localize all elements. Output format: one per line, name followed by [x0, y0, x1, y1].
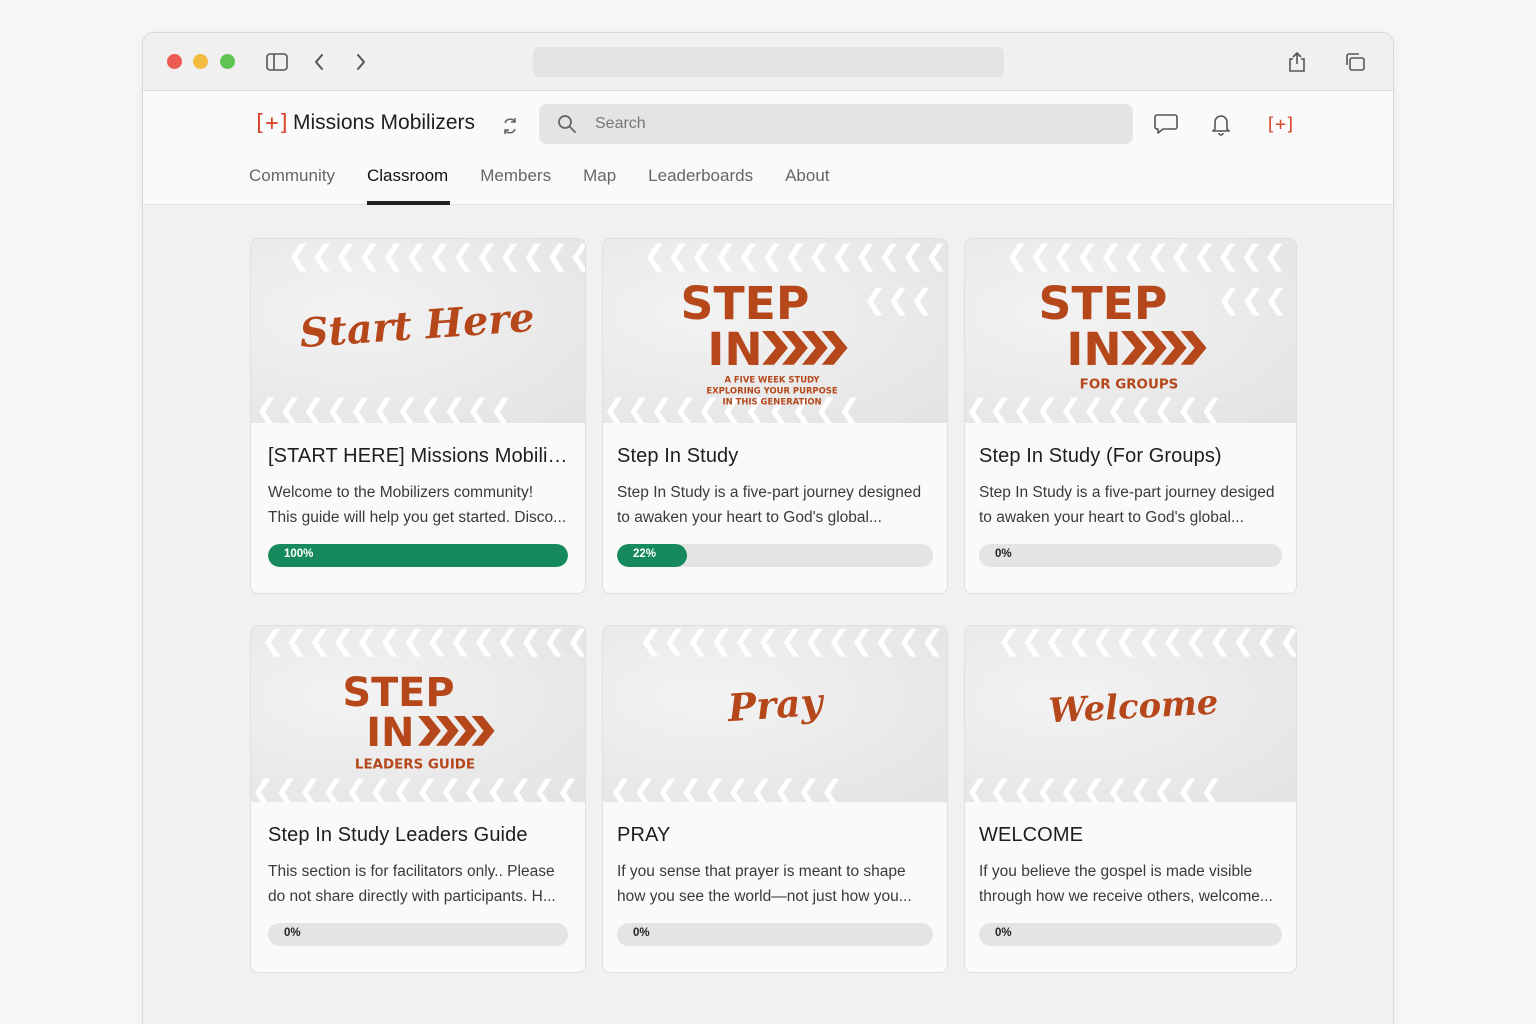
- svg-text:IN: IN: [1066, 323, 1121, 376]
- course-card[interactable]: ❮❮❮❮❮❮❮❮❮❮❮❮❮ ❮❮❮❮❮❮❮❮❮❮❮ Welcome WELCOM…: [964, 625, 1297, 973]
- chat-icon[interactable]: [1153, 111, 1179, 137]
- course-description: If you sense that prayer is meant to sha…: [617, 863, 912, 905]
- course-thumbnail: ❮❮❮❮❮❮❮❮❮❮❮❮❮ ❮❮❮❮❮❮❮❮❮❮❮ Welcome: [965, 626, 1296, 802]
- close-window-button[interactable]: [167, 54, 182, 69]
- thumb-script-text: Pray: [725, 680, 827, 731]
- course-thumbnail: ❮❮❮❮❮❮❮❮❮❮❮❮❮ ❮❮❮❮❮❮❮❮❮❮ Pray: [603, 626, 947, 802]
- progress-percent: 100%: [284, 548, 314, 560]
- site-header: [+] Missions Mobilizers [+] Community Cl…: [143, 91, 1393, 205]
- search-bar[interactable]: [539, 104, 1133, 144]
- svg-text:EXPLORING YOUR PURPOSE: EXPLORING YOUR PURPOSE: [706, 386, 837, 396]
- main-nav-tabs: Community Classroom Members Map Leaderbo…: [249, 163, 862, 205]
- course-title[interactable]: Step In Study: [617, 445, 933, 468]
- course-card[interactable]: ❮❮❮❮❮❮❮❮❮❮❮❮❮ ❮❮❮ ❮❮❮❮❮❮❮❮❮❮❮ STEP IN A …: [602, 238, 948, 594]
- tabs-overview-icon[interactable]: [1343, 51, 1367, 73]
- course-card[interactable]: ❮❮❮❮❮❮❮❮❮❮❮❮❮ ❮❮❮❮❮❮❮❮❮❮❮ Start Here [ST…: [250, 238, 586, 594]
- course-thumbnail: ❮❮❮❮❮❮❮❮❮❮❮❮ ❮❮❮ ❮❮❮❮❮❮❮❮❮❮❮ STEP IN FOR…: [965, 239, 1296, 423]
- course-card[interactable]: ❮❮❮❮❮❮❮❮❮❮❮❮❮❮ ❮❮❮❮❮❮❮❮❮❮❮❮❮❮ STEP IN LE…: [250, 625, 586, 973]
- svg-text:IN: IN: [707, 323, 762, 376]
- search-input[interactable]: [595, 115, 1075, 133]
- course-title[interactable]: [START HERE] Missions Mobiliz...: [268, 445, 568, 468]
- course-description: If you believe the gospel is made visibl…: [979, 863, 1273, 905]
- progress-percent: 0%: [284, 927, 301, 939]
- tab-community[interactable]: Community: [249, 163, 335, 205]
- svg-text:IN: IN: [366, 710, 414, 756]
- tab-leaderboards[interactable]: Leaderboards: [648, 163, 753, 205]
- course-description: This section is for facilitators only.. …: [268, 863, 556, 905]
- brand-logo[interactable]: [+]: [253, 111, 291, 136]
- progress-percent: 0%: [633, 927, 650, 939]
- course-thumbnail: ❮❮❮❮❮❮❮❮❮❮❮❮❮ ❮❮❮❮❮❮❮❮❮❮❮ Start Here: [251, 239, 585, 423]
- back-icon[interactable]: [307, 51, 331, 73]
- browser-titlebar: [143, 33, 1393, 91]
- course-description: Welcome to the Mobilizers community! Thi…: [268, 484, 567, 526]
- tab-members[interactable]: Members: [480, 163, 551, 205]
- course-description: Step In Study is a five-part journey des…: [979, 484, 1275, 526]
- minimize-window-button[interactable]: [193, 54, 208, 69]
- svg-text:LEADERS GUIDE: LEADERS GUIDE: [355, 758, 475, 773]
- course-title[interactable]: Step In Study (For Groups): [979, 445, 1282, 468]
- course-title[interactable]: PRAY: [617, 824, 933, 847]
- progress-percent: 0%: [995, 548, 1012, 560]
- sidebar-toggle-icon[interactable]: [265, 51, 289, 73]
- community-switcher-icon[interactable]: [501, 115, 519, 137]
- svg-text:IN THIS GENERATION: IN THIS GENERATION: [722, 397, 821, 407]
- course-progress-bar: 0%: [617, 923, 933, 946]
- community-name[interactable]: Missions Mobilizers: [293, 111, 475, 135]
- course-card[interactable]: ❮❮❮❮❮❮❮❮❮❮❮❮❮ ❮❮❮❮❮❮❮❮❮❮ Pray PRAY If yo…: [602, 625, 948, 973]
- share-icon[interactable]: [1285, 51, 1309, 73]
- thumb-script-text: Start Here: [298, 295, 536, 357]
- svg-text:A FIVE WEEK STUDY: A FIVE WEEK STUDY: [724, 375, 820, 385]
- course-progress-bar: 0%: [268, 923, 568, 946]
- forward-icon[interactable]: [349, 51, 373, 73]
- progress-percent: 22%: [633, 548, 657, 560]
- course-progress-bar: 0%: [979, 544, 1282, 567]
- tab-classroom[interactable]: Classroom: [366, 163, 451, 205]
- svg-text:FOR GROUPS: FOR GROUPS: [1080, 378, 1179, 393]
- brand-plus-icon[interactable]: [+]: [1263, 111, 1297, 137]
- course-title[interactable]: WELCOME: [979, 824, 1282, 847]
- tab-map[interactable]: Map: [583, 163, 616, 205]
- zoom-window-button[interactable]: [220, 54, 235, 69]
- course-title[interactable]: Step In Study Leaders Guide: [268, 824, 568, 847]
- browser-window: [+] Missions Mobilizers [+] Community Cl…: [142, 32, 1394, 1024]
- course-description: Step In Study is a five-part journey des…: [617, 484, 922, 526]
- course-thumbnail: ❮❮❮❮❮❮❮❮❮❮❮❮❮ ❮❮❮ ❮❮❮❮❮❮❮❮❮❮❮ STEP IN A …: [603, 239, 947, 423]
- course-progress-bar: 0%: [979, 923, 1282, 946]
- bell-icon[interactable]: [1208, 111, 1234, 137]
- progress-percent: 0%: [995, 927, 1012, 939]
- course-card[interactable]: ❮❮❮❮❮❮❮❮❮❮❮❮ ❮❮❮ ❮❮❮❮❮❮❮❮❮❮❮ STEP IN FOR…: [964, 238, 1297, 594]
- thumb-script-text: Welcome: [1047, 682, 1219, 731]
- course-progress-bar: 22%: [617, 544, 933, 567]
- course-thumbnail: ❮❮❮❮❮❮❮❮❮❮❮❮❮❮ ❮❮❮❮❮❮❮❮❮❮❮❮❮❮ STEP IN LE…: [251, 626, 585, 802]
- search-icon: [558, 115, 576, 133]
- course-progress-bar: 100%: [268, 544, 568, 567]
- tab-about[interactable]: About: [785, 163, 829, 205]
- address-bar[interactable]: [533, 47, 1004, 77]
